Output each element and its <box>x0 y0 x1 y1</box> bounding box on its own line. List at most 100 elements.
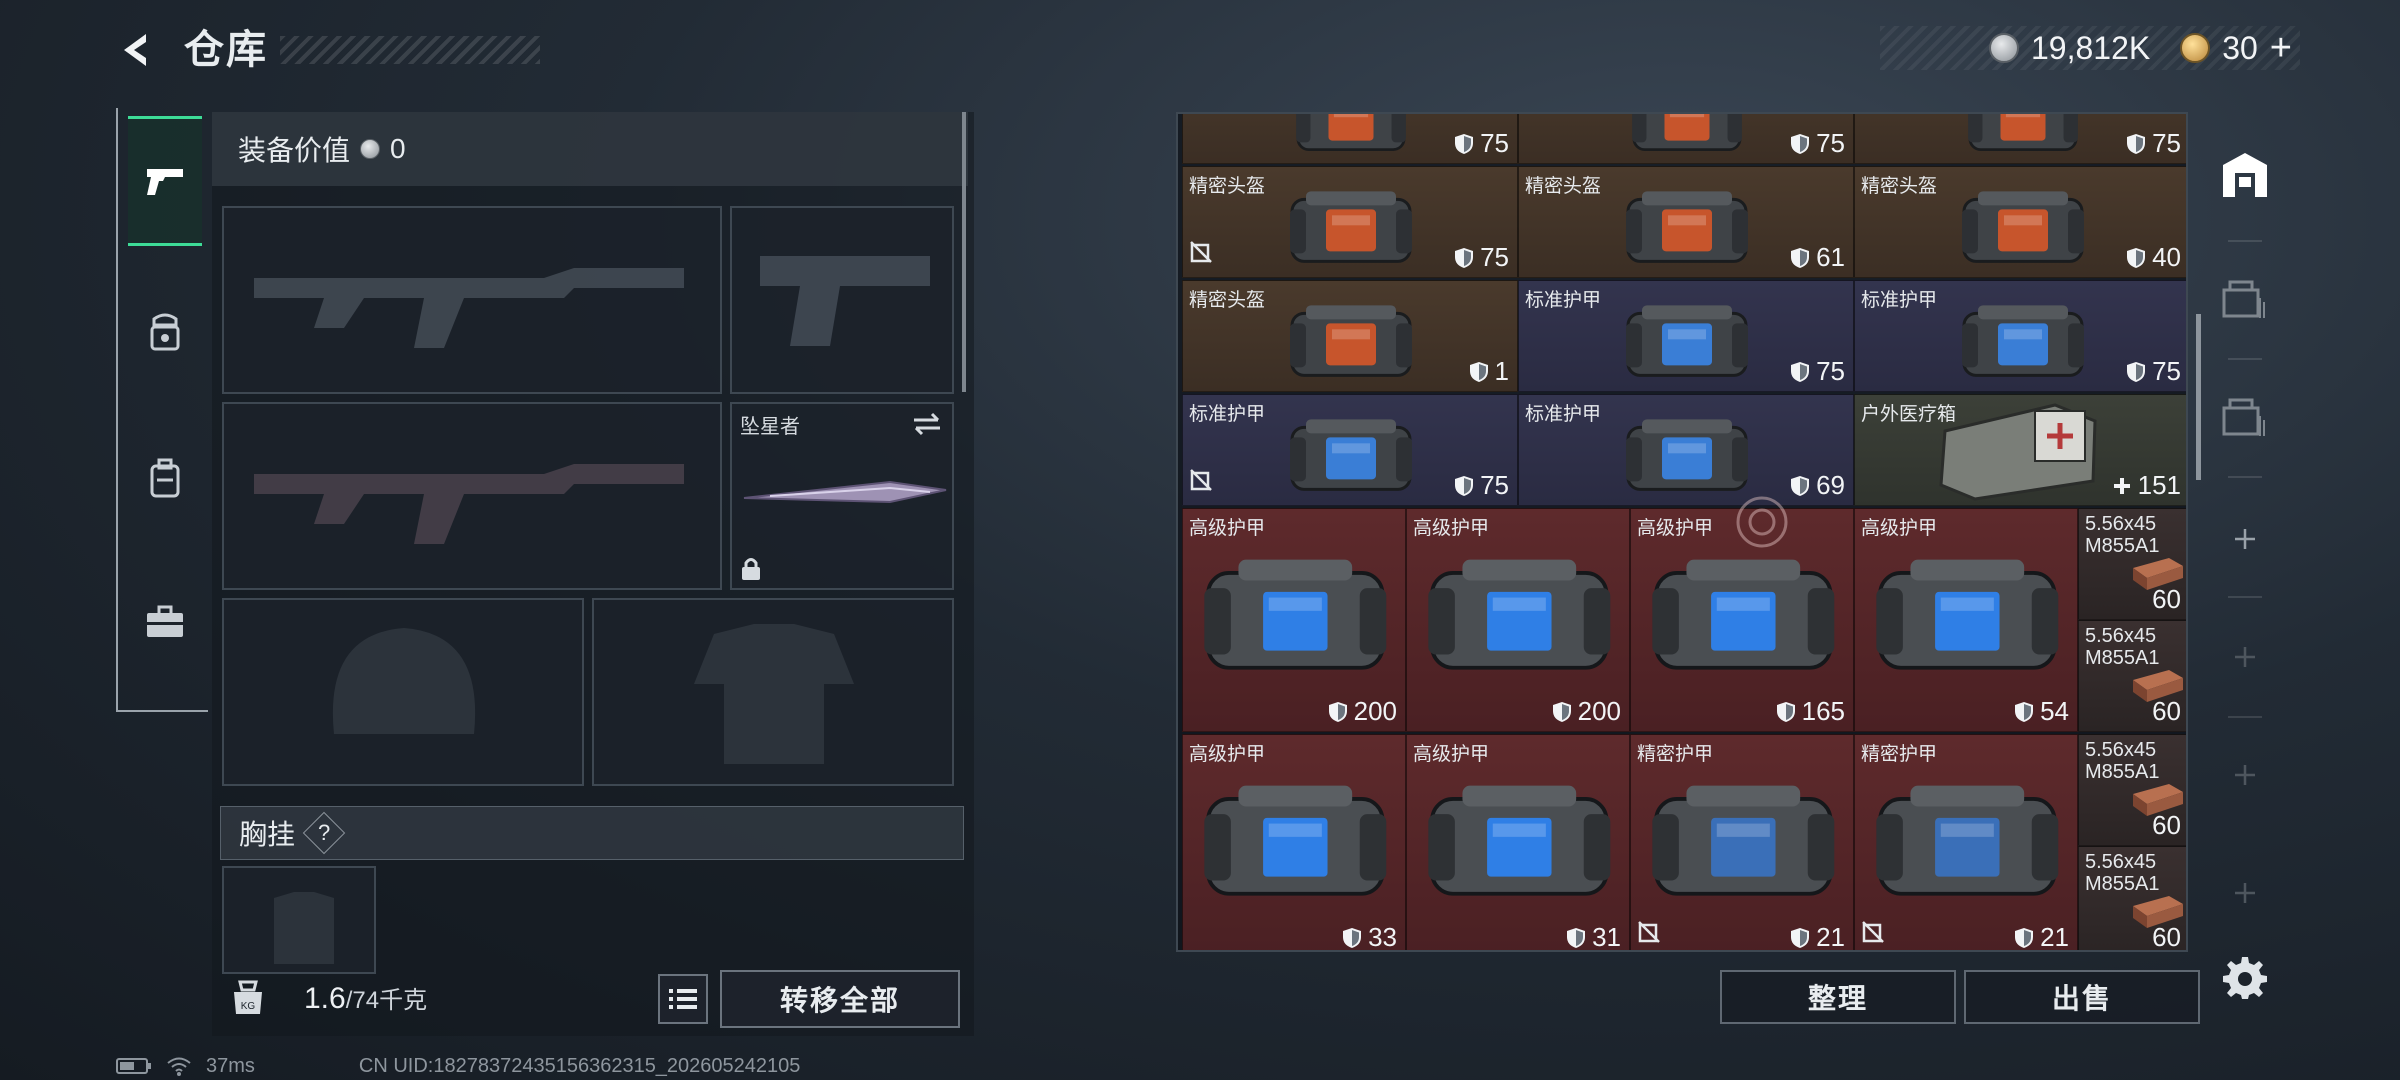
sell-button[interactable]: 出售 <box>1964 970 2200 1024</box>
item-durability: 1 <box>1469 356 1509 387</box>
settings-button[interactable] <box>2220 952 2270 1002</box>
tab-backpack[interactable] <box>128 414 202 544</box>
tab-weapons[interactable] <box>128 116 202 246</box>
item-durability: 60 <box>2152 584 2181 615</box>
add-storage-tab-2[interactable] <box>2208 600 2282 714</box>
melee-slot[interactable]: 坠星者 <box>730 402 954 590</box>
storage-tab-3[interactable] <box>2208 360 2282 474</box>
add-storage-tab-4[interactable] <box>2208 836 2282 950</box>
storage-item-cell[interactable]: 精密头盔 75 <box>1182 166 1518 278</box>
storage-item-cell[interactable]: 精密头盔 61 <box>1518 166 1854 278</box>
armor-bag-icon <box>1962 304 2084 377</box>
storage-item-cell[interactable]: 高级护甲 31 <box>1406 734 1630 950</box>
storage-item-cell[interactable]: 精密头盔 40 <box>1854 166 2186 278</box>
item-name: 高级护甲 <box>1637 518 1714 539</box>
premium-coin-icon <box>2180 33 2211 63</box>
list-view-button[interactable] <box>658 974 708 1024</box>
item-durability: 75 <box>1790 356 1845 387</box>
item-durability: 75 <box>2126 356 2181 387</box>
storage-item-cell[interactable]: 75 <box>1518 114 1854 164</box>
transfer-all-button[interactable]: 转移全部 <box>720 970 960 1028</box>
storage-item-cell[interactable]: 5.56x45 M855A1 60 <box>2078 734 2186 846</box>
tab-case[interactable] <box>128 558 202 688</box>
large-armor-bag-icon <box>1652 785 1834 896</box>
helmet-slot[interactable] <box>222 598 584 786</box>
target-marker-icon <box>1732 492 1792 552</box>
storage-item-cell[interactable]: 标准护甲 75 <box>1854 280 2186 392</box>
weight-unit-text: KG <box>241 1001 256 1012</box>
heal-plus-icon <box>2113 477 2130 494</box>
item-durability: 60 <box>2152 810 2181 841</box>
storage-item-cell[interactable]: 5.56x45 M855A1 60 <box>2078 508 2186 620</box>
storage-item-cell[interactable]: 精密头盔 1 <box>1182 280 1518 392</box>
storage-tab-main[interactable] <box>2208 118 2282 232</box>
durability-value: 61 <box>1816 242 1845 272</box>
sort-button[interactable]: 整理 <box>1720 970 1956 1024</box>
storage-item-cell[interactable]: 高级护甲 200 <box>1406 508 1630 732</box>
body-armor-slot[interactable] <box>592 598 954 786</box>
plus-icon <box>2235 529 2255 549</box>
loadout-tabs <box>116 108 208 712</box>
insured-marker <box>1189 468 1213 497</box>
vest-slot[interactable] <box>222 866 376 974</box>
helmet-armor-icon <box>150 313 180 351</box>
storage-item-cell[interactable]: 高级护甲 54 <box>1854 508 2078 732</box>
tab-gear[interactable] <box>128 268 202 398</box>
add-storage-tab-1[interactable] <box>2208 482 2282 596</box>
storage-tab-2[interactable] <box>2208 242 2282 356</box>
tab-divider <box>2228 596 2262 598</box>
storage-item-cell[interactable]: 标准护甲 69 <box>1518 394 1854 506</box>
durability-shield-icon <box>1791 247 1810 268</box>
loadout-panel: 装备价值 0 坠星者 胸挂 ? <box>212 112 974 1036</box>
back-button[interactable] <box>110 24 162 76</box>
item-name: 高级护甲 <box>1189 518 1266 539</box>
medkit-icon <box>1939 403 2097 501</box>
storage-item-cell[interactable]: 标准护甲 75 <box>1518 280 1854 392</box>
storage-item-cell[interactable]: 高级护甲 200 <box>1182 508 1406 732</box>
durability-value: 21 <box>1816 922 1845 952</box>
storage-scrollbar[interactable] <box>2196 314 2201 480</box>
item-name: 精密头盔 <box>1525 176 1602 197</box>
swap-icon[interactable] <box>912 412 942 436</box>
item-durability: 75 <box>1454 470 1509 501</box>
uid-text: CN UID:18278372435156362315_202605242105 <box>358 1054 801 1077</box>
add-storage-tab-3[interactable] <box>2208 718 2282 832</box>
loadout-scrollbar[interactable] <box>962 112 966 392</box>
item-durability: 200 <box>1552 696 1621 727</box>
durability-value: 200 <box>1577 696 1621 726</box>
weight-icon: KG <box>224 974 272 1022</box>
durability-shield-icon <box>2127 361 2146 382</box>
storage-item-cell[interactable]: 75 <box>1854 114 2186 164</box>
lock-icon <box>742 558 760 580</box>
storage-item-cell[interactable]: 标准护甲 75 <box>1182 394 1518 506</box>
storage-grid: 75 75 75 精密头盔 75 精密头盔 61 精密头盔 40 精密头盔 1 … <box>1176 112 2188 952</box>
item-durability: 60 <box>2152 922 2181 950</box>
large-armor-bag-icon <box>1204 785 1386 896</box>
vest-header: 胸挂 ? <box>220 806 964 860</box>
kettlebell-icon: KG <box>234 980 262 1014</box>
storage-item-cell[interactable]: 精密护甲 21 <box>1630 734 1854 952</box>
durability-shield-icon <box>1455 247 1474 268</box>
storage-item-cell[interactable]: 精密护甲 21 <box>1854 734 2078 950</box>
currency-bar: 19,812K 30 + <box>1880 26 2300 70</box>
storage-item-cell[interactable]: 5.56x45 M855A1 60 <box>2078 620 2186 732</box>
large-armor-bag-icon <box>1428 785 1610 896</box>
status-bar: 37ms CN UID:18278372435156362315_2026052… <box>116 1054 800 1078</box>
storage-item-cell[interactable]: 高级护甲 33 <box>1182 734 1406 950</box>
help-icon[interactable]: ? <box>302 811 346 855</box>
item-name: 精密头盔 <box>1189 176 1266 197</box>
add-currency-button[interactable]: + <box>2270 29 2292 67</box>
storage-item-cell[interactable]: 户外医疗箱 151 <box>1854 394 2186 506</box>
secondary-weapon-slot[interactable] <box>222 402 722 590</box>
help-mark: ? <box>317 820 331 845</box>
gear-icon <box>2223 957 2267 999</box>
sidearm-slot[interactable] <box>730 206 954 394</box>
durability-value: 60 <box>2152 696 2181 726</box>
storage-item-cell[interactable]: 75 <box>1182 114 1518 164</box>
item-name: 标准护甲 <box>1189 404 1266 425</box>
storage-item-cell[interactable]: 5.56x45 M855A1 60 <box>2078 846 2186 950</box>
primary-weapon-slot[interactable] <box>222 206 722 394</box>
helmet-bag-icon <box>1968 114 2078 151</box>
weight-max: /74千克 <box>345 987 428 1014</box>
durability-value: 75 <box>1480 128 1509 158</box>
